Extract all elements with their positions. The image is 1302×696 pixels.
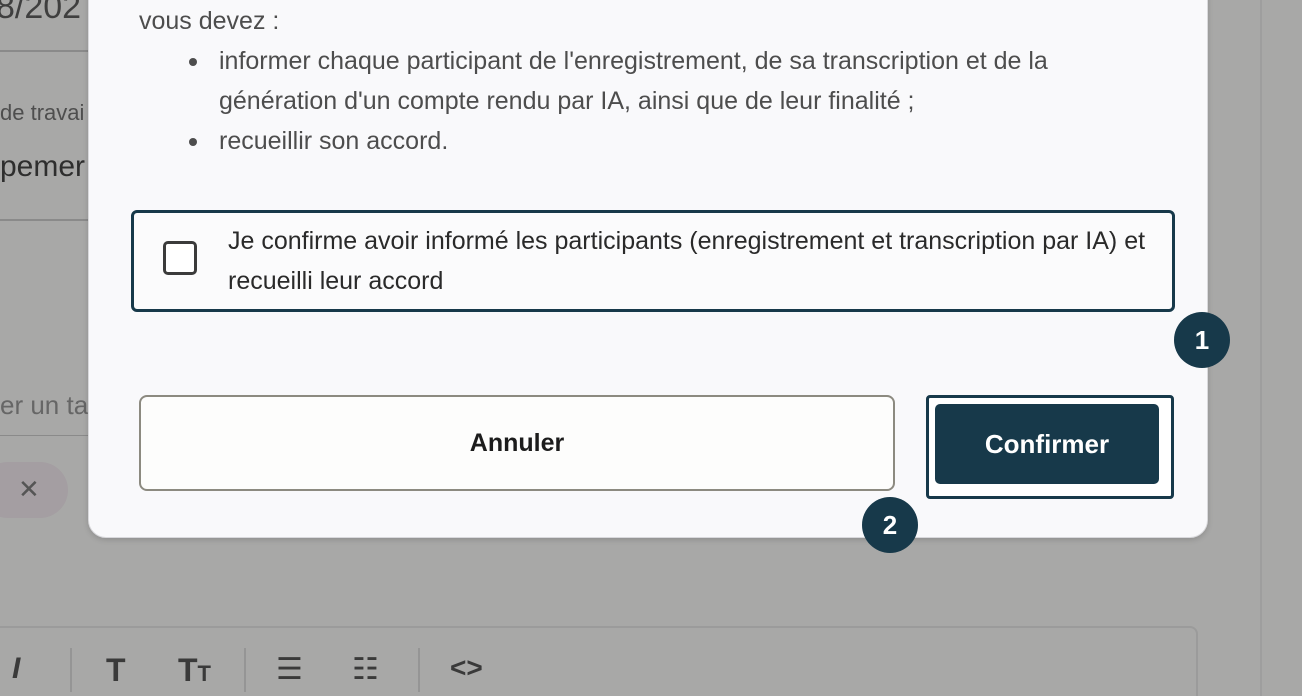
field-value[interactable]: pemer	[0, 150, 85, 184]
list-item: informer chaque participant de l'enregis…	[139, 41, 1159, 121]
numbered-list-icon[interactable]: ☷	[352, 652, 379, 687]
toolbar-separator	[418, 648, 420, 692]
toolbar-separator	[244, 648, 246, 692]
field-label: de travai	[0, 100, 85, 125]
consent-label[interactable]: Je confirme avoir informé les participan…	[228, 221, 1168, 301]
close-icon[interactable]: ✕	[18, 474, 40, 505]
text-icon[interactable]: T	[106, 652, 126, 689]
cancel-button[interactable]: Annuler	[139, 395, 895, 491]
date-field-underline	[0, 50, 90, 52]
modal-intro-text: vous devez :	[139, 7, 280, 35]
tag-input[interactable]: er un ta	[0, 390, 88, 421]
date-field-value: 8/202	[0, 0, 82, 26]
requirements-list: informer chaque participant de l'enregis…	[139, 41, 1159, 161]
consent-modal: vous devez : informer chaque participant…	[88, 0, 1208, 538]
confirm-button[interactable]: Confirmer	[935, 404, 1159, 484]
field-underline	[0, 219, 90, 221]
text-size-icon[interactable]: TT	[178, 652, 211, 689]
consent-confirmation-box[interactable]: Je confirme avoir informé les participan…	[131, 210, 1175, 312]
page-divider	[1260, 0, 1262, 696]
toolbar-separator	[70, 648, 72, 692]
list-item: recueillir son accord.	[139, 121, 1159, 161]
italic-icon[interactable]: I	[12, 652, 20, 686]
code-icon[interactable]: <>	[450, 652, 483, 684]
consent-checkbox[interactable]	[163, 241, 197, 275]
tag-input-underline	[0, 435, 90, 436]
bullet-list-icon[interactable]: ☰	[276, 652, 303, 687]
confirm-button-focus-ring: Confirmer	[926, 395, 1174, 499]
step-badge-1: 1	[1174, 312, 1230, 368]
step-badge-2: 2	[862, 497, 918, 553]
